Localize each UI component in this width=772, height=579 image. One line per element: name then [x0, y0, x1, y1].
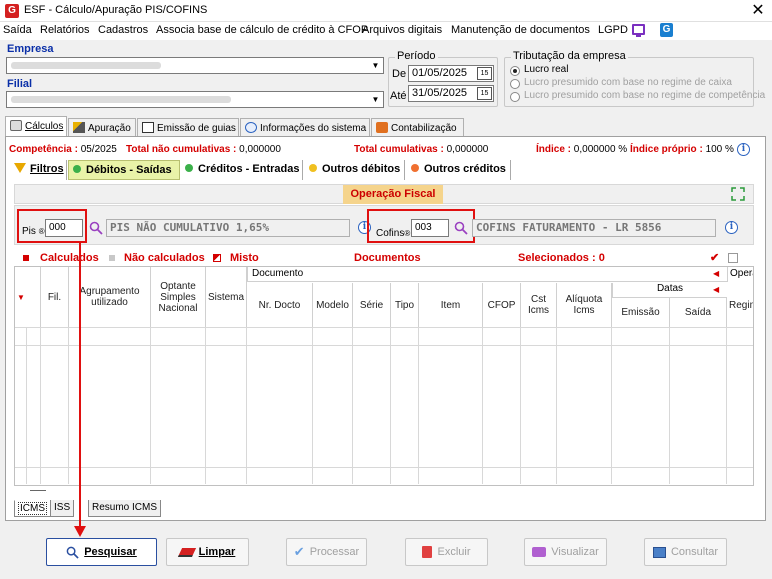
search-icon: [66, 546, 79, 559]
printer-icon: [532, 547, 547, 557]
excluir-label: Excluir: [437, 546, 471, 558]
trash-icon: [422, 546, 433, 558]
excluir-button[interactable]: Excluir: [405, 538, 488, 566]
processar-button[interactable]: ✔ Processar: [286, 538, 367, 566]
consultar-label: Consultar: [670, 546, 719, 558]
visualizar-button[interactable]: Visualizar: [524, 538, 607, 566]
red-arrow-annotation: [74, 243, 86, 537]
grid-search-icon: [652, 546, 666, 558]
visualizar-label: Visualizar: [551, 546, 599, 558]
processar-label: Processar: [309, 546, 360, 558]
consultar-button[interactable]: Consultar: [644, 538, 727, 566]
eraser-icon: [177, 547, 196, 557]
limpar-label: Limpar: [198, 546, 236, 558]
limpar-button[interactable]: Limpar: [166, 538, 249, 566]
pesquisar-label: Pesquisar: [84, 546, 137, 558]
pesquisar-button[interactable]: Pesquisar: [46, 538, 157, 566]
check-icon: ✔: [293, 544, 305, 559]
